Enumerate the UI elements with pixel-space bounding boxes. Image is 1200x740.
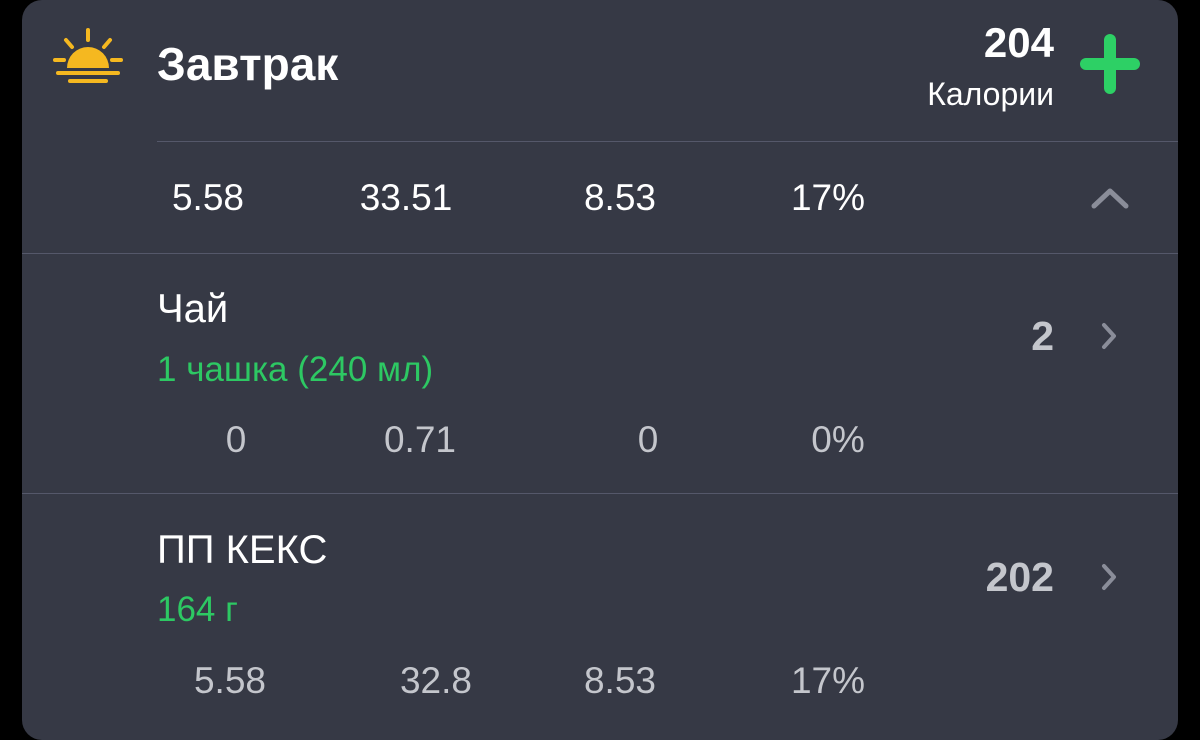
meal-title: Завтрак <box>157 38 339 90</box>
food-portion: 1 чашка (240 мл) <box>157 350 434 389</box>
food-fat: 0 <box>637 419 659 460</box>
meal-calories-total: 204 <box>983 19 1054 66</box>
food-carbs: 32.8 <box>399 660 472 701</box>
food-portion: 164 г <box>157 590 238 629</box>
food-item-row[interactable]: Чай 1 чашка (240 мл) 2 0 0.71 0 0% <box>22 254 1178 493</box>
calories-label: Калории <box>927 76 1054 112</box>
food-protein: 0 <box>225 419 247 460</box>
chevron-up-icon[interactable] <box>1090 184 1130 212</box>
food-item-row[interactable]: ПП КЕКС 164 г 202 5.58 32.8 8.53 17% <box>22 494 1178 740</box>
meal-fat-total: 8.53 <box>583 177 656 218</box>
food-calories: 2 <box>1031 313 1054 359</box>
food-name: ПП КЕКС <box>157 528 328 572</box>
food-name: Чай <box>157 287 229 331</box>
food-percent: 0% <box>811 419 865 460</box>
meal-percent-total: 17% <box>790 177 866 218</box>
divider <box>157 141 1178 142</box>
food-percent: 17% <box>790 660 866 701</box>
chevron-right-icon <box>1102 564 1116 590</box>
food-carbs: 0.71 <box>383 419 456 460</box>
sunrise-icon <box>53 28 123 83</box>
meal-card: Завтрак 204 Калории 5.58 33.51 8.53 17% … <box>22 0 1178 740</box>
chevron-right-icon <box>1102 323 1116 349</box>
meal-protein-total: 5.58 <box>171 177 244 218</box>
food-protein: 5.58 <box>193 660 266 701</box>
food-fat: 8.53 <box>583 660 656 701</box>
food-calories: 202 <box>985 554 1054 600</box>
add-food-button[interactable] <box>1080 34 1140 94</box>
meal-carbs-total: 33.51 <box>359 177 453 218</box>
